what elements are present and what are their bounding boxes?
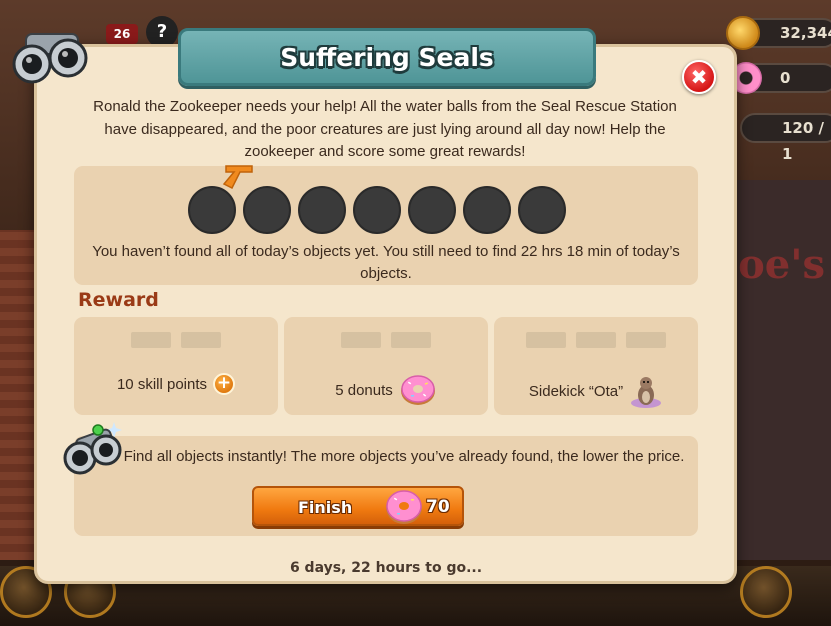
reward-label: 10 skill points [116, 375, 208, 393]
coin-count: 32,344 [780, 24, 831, 42]
dialog-title-banner: Suffering Seals [178, 28, 596, 86]
progress-message: You haven’t found all of today’s objects… [92, 243, 680, 282]
notification-badge[interactable]: 26 [106, 24, 138, 44]
finish-button[interactable]: Finish 70 [252, 486, 464, 526]
donut-icon [400, 375, 435, 405]
reward-heading: Reward [78, 289, 159, 311]
event-timer: 6 days, 22 hours to go... [289, 560, 483, 576]
object-slot [463, 186, 511, 234]
energy-counter[interactable]: 120 / 1 [740, 113, 831, 163]
object-slot [408, 186, 456, 234]
reward-card-skill-points: 10 skill points + [74, 317, 278, 415]
object-slot [518, 186, 566, 234]
energy-value: 120 / 1 [782, 119, 825, 163]
object-slot [353, 186, 401, 234]
storefront-sign: oe's [738, 241, 825, 288]
reward-placeholder [284, 332, 488, 348]
dialog-title: Suffering Seals [280, 42, 494, 72]
binoculars-sparkle-icon [63, 422, 122, 475]
donut-icon [386, 490, 422, 524]
reward-placeholder [494, 332, 698, 348]
binoculars-icon [12, 33, 88, 84]
coin-icon [726, 16, 760, 50]
progress-panel: You haven’t found all of today’s objects… [74, 165, 698, 285]
notification-count: 26 [113, 27, 131, 41]
close-button[interactable]: ✖ [682, 60, 716, 94]
plus-icon: + [213, 373, 236, 395]
finish-price: 70 [426, 497, 450, 517]
reward-placeholder [74, 332, 278, 348]
reward-label: Sidekick “Ota” [528, 382, 624, 400]
reward-card-sidekick: Sidekick “Ota” [494, 317, 698, 415]
reward-label: 5 donuts [335, 381, 393, 399]
close-icon: ✖ [690, 65, 708, 89]
object-slot [243, 186, 291, 234]
reward-card-donuts: 5 donuts [284, 317, 488, 415]
object-slot [188, 186, 236, 234]
instant-finish-panel: Find all objects instantly! The more obj… [74, 436, 698, 536]
donut-count: 0 [780, 69, 791, 87]
help-icon: ? [156, 21, 168, 42]
arrow-pointer-icon [222, 165, 253, 190]
bottom-toolbar-button-3[interactable] [740, 566, 792, 618]
otter-icon [631, 377, 662, 408]
quest-description: Ronald the Zookeeper needs your help! Al… [93, 98, 677, 160]
finish-button-label: Finish [298, 498, 353, 517]
object-slot [298, 186, 346, 234]
instant-finish-text: Find all objects instantly! The more obj… [123, 448, 685, 465]
